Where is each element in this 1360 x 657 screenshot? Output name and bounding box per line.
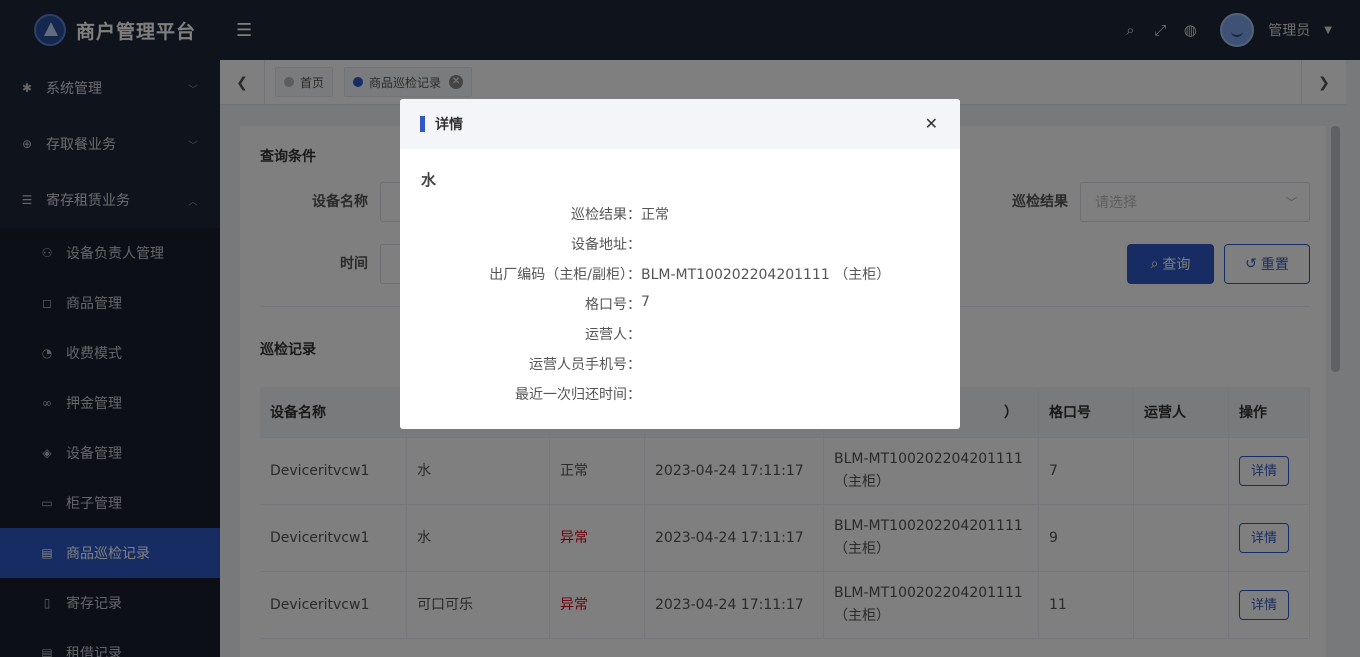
close-icon[interactable]: ✕ bbox=[925, 114, 938, 133]
detail-row: 巡检结果： 正常 bbox=[400, 204, 960, 224]
detail-label: 运营人： bbox=[585, 327, 641, 343]
detail-label: 格口号： bbox=[585, 297, 641, 313]
modal-title: 详情 bbox=[435, 117, 463, 133]
detail-label: 最近一次归还时间： bbox=[515, 387, 641, 403]
modal-title-bar bbox=[420, 116, 425, 132]
detail-row: 最近一次归还时间： bbox=[400, 384, 960, 404]
detail-row: 运营人： bbox=[400, 324, 960, 344]
detail-label: 巡检结果： bbox=[571, 207, 641, 223]
detail-modal: 详情 ✕ 水 巡检结果： 正常 设备地址： 出厂编码（主柜/副柜）： BLM-M… bbox=[400, 99, 960, 429]
modal-header: 详情 ✕ bbox=[400, 99, 960, 149]
detail-row: 格口号： 7 bbox=[400, 294, 960, 314]
detail-row: 设备地址： bbox=[400, 234, 960, 254]
detail-row: 运营人员手机号： bbox=[400, 354, 960, 374]
modal-subtitle: 水 bbox=[421, 171, 437, 189]
detail-value: 正常 bbox=[641, 207, 669, 223]
detail-row: 出厂编码（主柜/副柜）： BLM-MT100202204201111 （主柜） bbox=[400, 264, 960, 284]
detail-label: 设备地址： bbox=[571, 237, 641, 253]
detail-label: 运营人员手机号： bbox=[529, 357, 641, 373]
detail-value: 7 bbox=[641, 294, 650, 310]
detail-label: 出厂编码（主柜/副柜）： bbox=[489, 267, 641, 283]
detail-value: BLM-MT100202204201111 （主柜） bbox=[641, 267, 891, 283]
